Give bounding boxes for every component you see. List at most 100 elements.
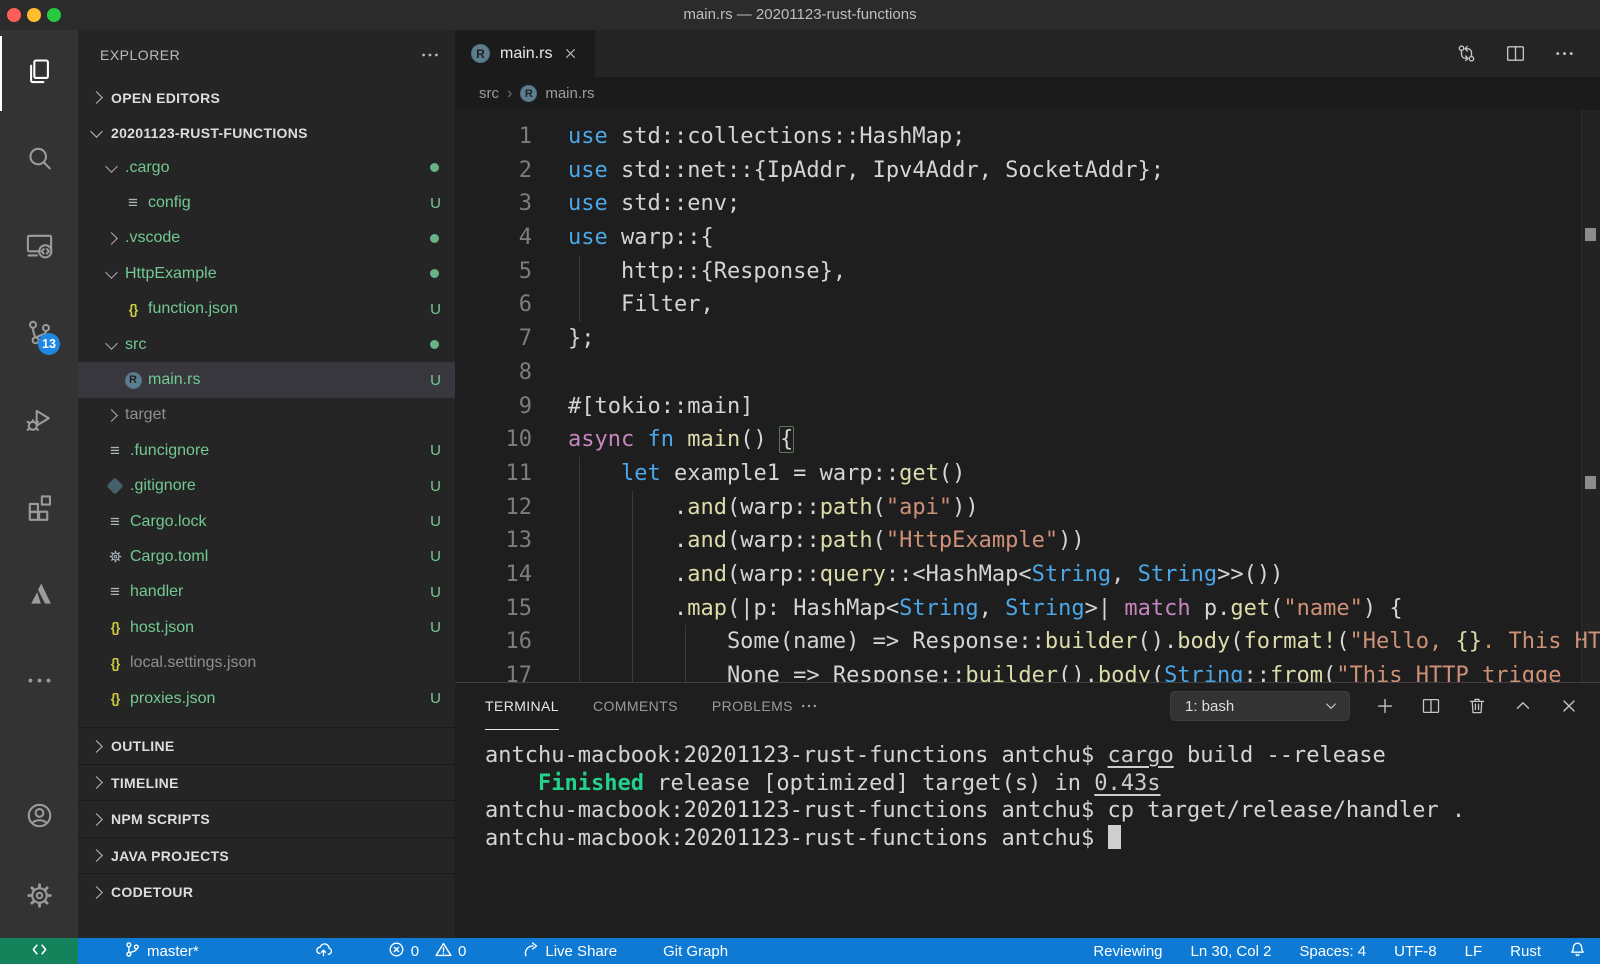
status-git-graph[interactable]: Git Graph [663,943,728,960]
breadcrumb-folder[interactable]: src [479,85,499,102]
open-editors-section[interactable]: OPEN EDITORS [78,80,455,115]
status-cursor-position[interactable]: Ln 30, Col 2 [1191,943,1272,960]
tree-item-local-settings-json[interactable]: {}local.settings.json [78,645,455,680]
panel-more-tabs-icon[interactable] [799,696,819,716]
status-reviewing-label: Reviewing [1093,943,1162,960]
file-icon: ≡ [118,193,148,213]
indent-guide [685,625,686,682]
azure-icon [24,578,55,614]
chevron-down-icon [90,125,103,138]
tree-item-host-json[interactable]: {}host.jsonU [78,610,455,645]
split-terminal-button[interactable] [1420,695,1442,717]
activity-bar-source-control[interactable]: 13 [0,291,78,378]
sidebar-panels: OUTLINETIMELINENPM SCRIPTSJAVA PROJECTSC… [78,727,455,910]
tab-main-rs[interactable]: R main.rs [455,30,595,77]
explorer-more-actions-icon[interactable] [419,44,441,66]
file-name: Cargo.lock [130,513,206,531]
chevron-right-icon [105,232,118,245]
code-line-17: 17 None => Response::builder().body(Stri… [455,659,1600,682]
activity-bar-settings[interactable] [0,858,78,938]
rust-file-icon: R [520,85,537,102]
editor-scrollbar[interactable] [1581,110,1600,682]
tree-item-httpexample[interactable]: HttpExample [78,256,455,291]
file-name: handler [130,583,183,601]
activity-bar-extensions[interactable] [0,465,78,552]
status-live-share[interactable]: Live Share [522,941,617,962]
terminal-output[interactable]: antchu-macbook:20201123-rust-functions a… [455,729,1600,853]
status-reviewing[interactable]: Reviewing [1093,943,1162,960]
sidebar-panel-npm-scripts[interactable]: NPM SCRIPTS [78,800,455,837]
kill-terminal-button[interactable] [1466,695,1488,717]
tree-item-main-rs[interactable]: Rmain.rsU [78,362,455,397]
tree-item-cargo-lock[interactable]: ≡Cargo.lockU [78,504,455,539]
code-line-10: 10async fn main() { [455,423,1600,457]
tree-item-proxies-json[interactable]: {}proxies.jsonU [78,681,455,716]
json-file-icon: {} [100,691,130,706]
code-line-1: 1use std::collections::HashMap; [455,120,1600,154]
panel-tab-problems[interactable]: PROBLEMS [712,683,793,729]
overview-ruler-mark [1585,476,1596,489]
tree-item-target[interactable]: target [78,398,455,433]
rust-file-icon: R [118,372,148,389]
status-eol[interactable]: LF [1465,943,1483,960]
activity-bar-azure[interactable] [0,552,78,639]
tree-item-handler[interactable]: ≡handlerU [78,575,455,610]
activity-bar-run-and-debug[interactable] [0,378,78,465]
file-name: local.settings.json [130,654,256,672]
chevron-down-icon [105,266,118,279]
panel-tab-comments[interactable]: COMMENTS [593,683,678,729]
remote-window-icon [31,941,48,962]
status-language-mode[interactable]: Rust [1510,943,1541,960]
more-actions-button[interactable] [1553,42,1576,65]
tree-item-cargo-toml[interactable]: Cargo.toml U [78,539,455,574]
status-notifications[interactable] [1569,941,1586,962]
open-changes-button[interactable] [1455,42,1478,65]
activity-bar-more-views[interactable] [0,639,78,726]
activity-bar-explorer[interactable] [0,30,78,117]
tree-item-function-json[interactable]: {}function.jsonU [78,292,455,327]
tree-item--gitignore[interactable]: .gitignoreU [78,469,455,504]
split-editor-button[interactable] [1504,42,1527,65]
status-git-branch[interactable]: master* [124,941,199,962]
tree-item--cargo[interactable]: .cargo [78,150,455,185]
tree-item-src[interactable]: src [78,327,455,362]
sidebar-panel-timeline[interactable]: TIMELINE [78,764,455,801]
tree-item-config[interactable]: ≡configU [78,185,455,220]
git-untracked-badge: U [430,548,441,565]
sidebar-panel-codetour[interactable]: CODETOUR [78,873,455,910]
activity-bar-remote-explorer[interactable] [0,204,78,291]
files-icon [24,56,55,92]
tree-item--funcignore[interactable]: ≡.funcignoreU [78,433,455,468]
extensions-icon [24,491,55,527]
panel-tab-terminal[interactable]: TERMINAL [485,683,559,730]
sidebar-panel-outline[interactable]: OUTLINE [78,727,455,764]
sidebar-panel-java-projects[interactable]: JAVA PROJECTS [78,837,455,874]
breadcrumb-file[interactable]: main.rs [545,85,594,102]
activity-bar-accounts[interactable] [0,778,78,858]
status-indentation[interactable]: Spaces: 4 [1299,943,1366,960]
status-bar: master* 00 Live Share Git Graph Reviewing Ln… [0,938,1600,964]
maximize-panel-button[interactable] [1512,695,1534,717]
status-publish-changes[interactable] [315,941,332,962]
gear-icon [24,880,55,916]
code-line-11: 11 let example1 = warp::get() [455,457,1600,491]
status-problems[interactable]: 00 [388,941,477,962]
tree-item--vscode[interactable]: .vscode [78,221,455,256]
close-tab-icon[interactable] [562,45,579,62]
chevron-down-icon [105,160,118,173]
title-bar: main.rs — 20201123-rust-functions [0,0,1600,30]
file-name: Cargo.toml [130,548,208,566]
code-editor[interactable]: 1use std::collections::HashMap;2use std:… [455,110,1600,682]
status-remote-indicator[interactable] [0,938,78,964]
line-number: 7 [455,322,532,356]
close-panel-button[interactable] [1558,695,1580,717]
new-terminal-button[interactable] [1374,695,1396,717]
activity-bar-search[interactable] [0,117,78,204]
terminal-shell-select[interactable]: 1: bash [1170,691,1350,721]
workspace-root-folder[interactable]: 20201123-RUST-FUNCTIONS [78,115,455,150]
status-encoding[interactable]: UTF-8 [1394,943,1437,960]
code-line-16: 16 Some(name) => Response::builder().bod… [455,625,1600,659]
editor-tab-bar: R main.rs [455,30,1600,77]
remote-icon [24,230,55,266]
code-line-7: 7}; [455,322,1600,356]
